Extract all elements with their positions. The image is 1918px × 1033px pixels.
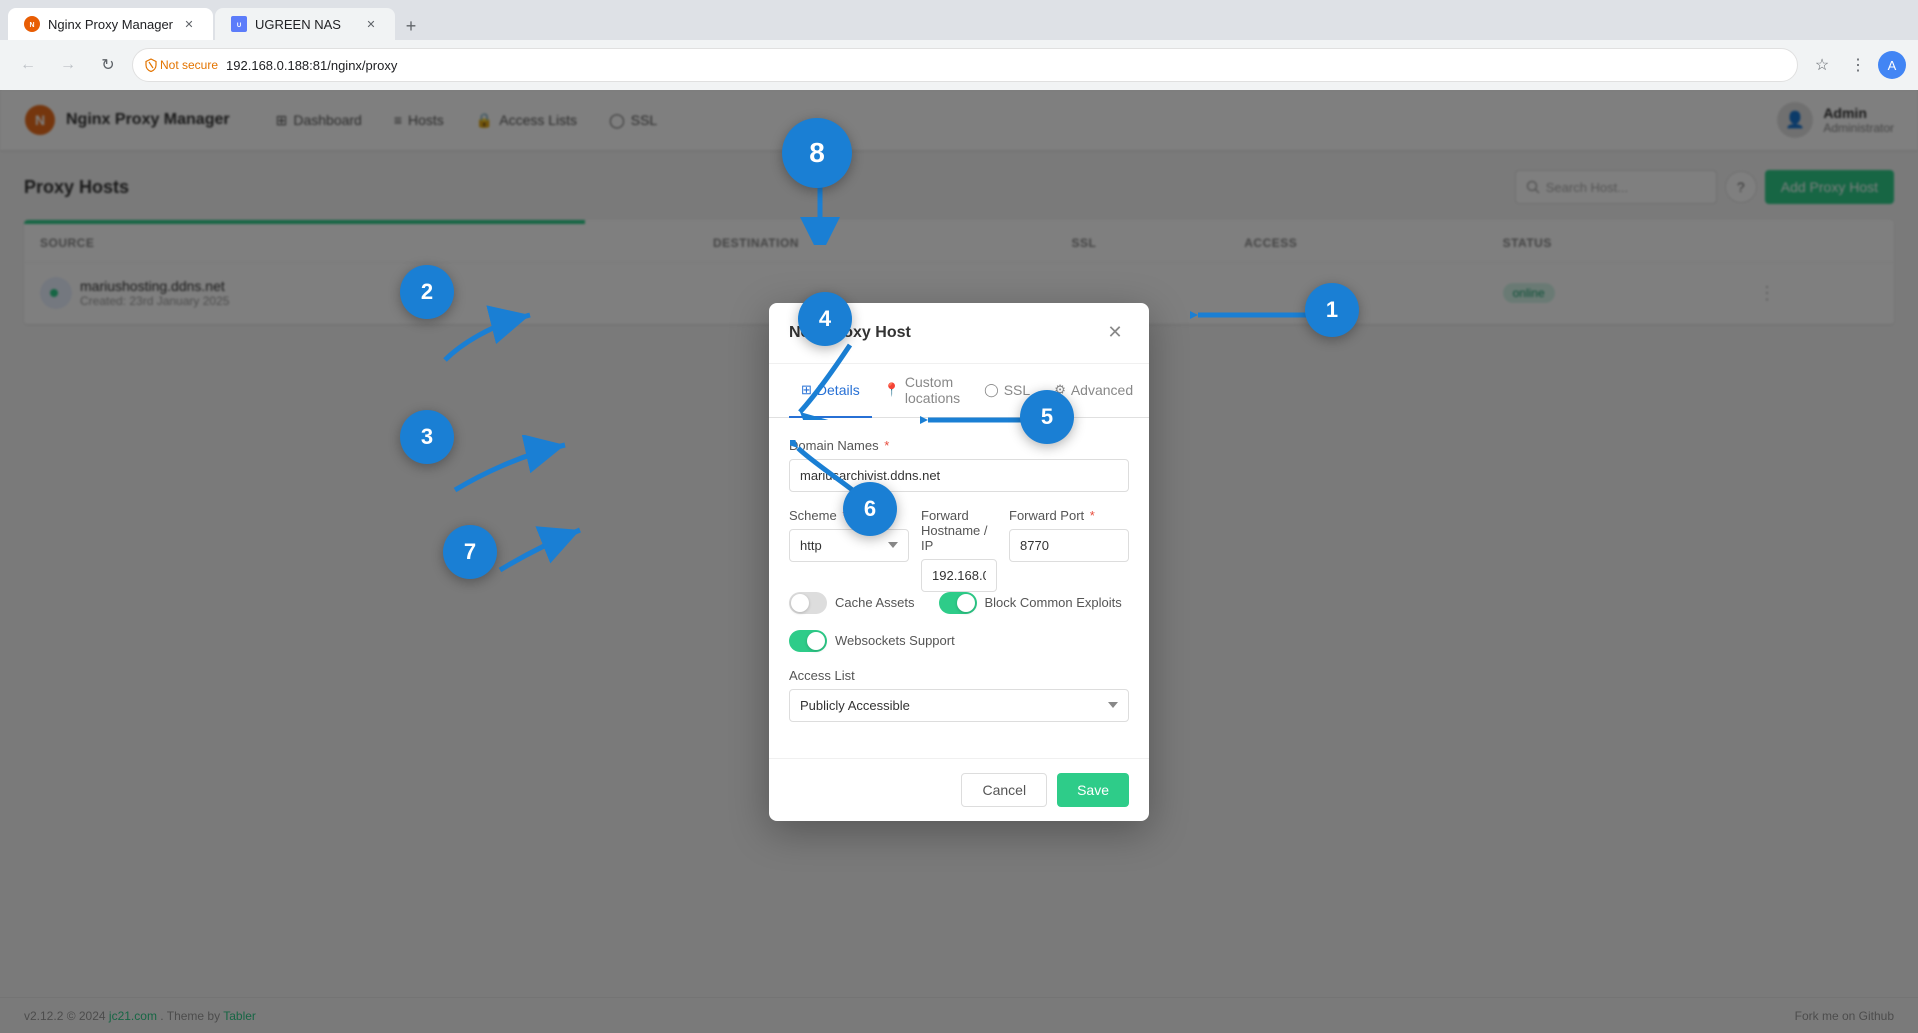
access-list-group: Access List Publicly Accessible (789, 668, 1129, 722)
modal-title: New Proxy Host (789, 324, 911, 342)
advanced-icon: ⚙ (1054, 382, 1066, 398)
access-list-label: Access List (789, 668, 1129, 683)
scheme-select[interactable]: http https (789, 529, 909, 562)
toggles-row: Cache Assets Block Common Exploits (789, 592, 1129, 614)
tab-details[interactable]: ⊞ Details (789, 364, 872, 418)
port-required: * (1090, 508, 1095, 523)
tab-nas-title: UGREEN NAS (255, 17, 341, 32)
block-exploits-toggle-item: Block Common Exploits (939, 592, 1122, 614)
user-avatar[interactable]: A (1878, 51, 1906, 79)
custom-locations-icon: 📍 (884, 382, 900, 398)
modal-body: Domain Names * Scheme * http htt (769, 418, 1149, 758)
toolbar-right: ☆ ⋮ A (1806, 49, 1906, 81)
modal-close-button[interactable]: ✕ (1101, 319, 1129, 347)
reload-button[interactable]: ↻ (92, 49, 124, 81)
browser-chrome: N Nginx Proxy Manager ✕ U UGREEN NAS ✕ +… (0, 0, 1918, 90)
forward-button[interactable]: → (52, 49, 84, 81)
browser-toolbar: ← → ↻ Not secure 192.168.0.188:81/nginx/… (0, 40, 1918, 90)
websockets-toggle[interactable] (789, 630, 827, 652)
new-proxy-host-modal: New Proxy Host ✕ ⊞ Details 📍 Custom loca… (769, 303, 1149, 821)
svg-text:U: U (237, 23, 241, 29)
scheme-label: Scheme * (789, 508, 909, 523)
app-content: N Nginx Proxy Manager ⊞ Dashboard ≡ Host… (0, 90, 1918, 1033)
security-label: Not secure (160, 58, 218, 72)
websockets-label: Websockets Support (835, 633, 955, 648)
save-button[interactable]: Save (1057, 773, 1129, 807)
more-options-button[interactable]: ⋮ (1842, 49, 1874, 81)
npm-favicon: N (24, 16, 40, 32)
cache-assets-label: Cache Assets (835, 595, 915, 610)
cache-assets-toggle-item: Cache Assets (789, 592, 915, 614)
url-text: 192.168.0.188:81/nginx/proxy (226, 58, 397, 73)
forward-port-group: Forward Port * (1009, 508, 1129, 592)
tab-ssl-label: SSL (1004, 382, 1030, 398)
tab-npm-close[interactable]: ✕ (181, 16, 197, 32)
tab-ssl[interactable]: ◯ SSL (972, 364, 1042, 418)
block-exploits-label: Block Common Exploits (985, 595, 1122, 610)
cache-assets-toggle[interactable] (789, 592, 827, 614)
ssl-tab-icon: ◯ (984, 382, 999, 398)
modal-tabs: ⊞ Details 📍 Custom locations ◯ SSL ⚙ Adv… (769, 364, 1149, 418)
domain-names-group: Domain Names * (789, 438, 1129, 492)
tab-npm[interactable]: N Nginx Proxy Manager ✕ (8, 8, 213, 40)
domain-names-label: Domain Names * (789, 438, 1129, 453)
scheme-required: * (842, 508, 847, 523)
address-bar[interactable]: Not secure 192.168.0.188:81/nginx/proxy (132, 48, 1798, 82)
required-asterisk: * (884, 438, 889, 453)
modal-footer: Cancel Save (769, 758, 1149, 821)
forward-hostname-input[interactable] (921, 559, 997, 592)
security-indicator: Not secure (145, 58, 218, 72)
modal-overlay: New Proxy Host ✕ ⊞ Details 📍 Custom loca… (0, 90, 1918, 1033)
modal-header: New Proxy Host ✕ (769, 303, 1149, 364)
cancel-button[interactable]: Cancel (961, 773, 1047, 807)
tab-custom-locations[interactable]: 📍 Custom locations (872, 364, 972, 418)
new-tab-button[interactable]: + (397, 12, 425, 40)
tab-npm-title: Nginx Proxy Manager (48, 17, 173, 32)
nas-favicon: U (231, 16, 247, 32)
scheme-group: Scheme * http https (789, 508, 909, 592)
websockets-toggle-item: Websockets Support (789, 630, 955, 652)
forward-port-input[interactable] (1009, 529, 1129, 562)
tab-advanced-label: Advanced (1071, 382, 1133, 398)
tab-nas[interactable]: U UGREEN NAS ✕ (215, 8, 395, 40)
forward-hostname-group: Forward Hostname / IP (921, 508, 997, 592)
back-button[interactable]: ← (12, 49, 44, 81)
forward-hostname-label: Forward Hostname / IP (921, 508, 997, 553)
access-list-select[interactable]: Publicly Accessible (789, 689, 1129, 722)
tab-nas-close[interactable]: ✕ (363, 16, 379, 32)
details-icon: ⊞ (801, 382, 812, 398)
svg-text:N: N (29, 22, 34, 29)
browser-tabs: N Nginx Proxy Manager ✕ U UGREEN NAS ✕ + (0, 0, 1918, 40)
forward-port-label: Forward Port * (1009, 508, 1129, 523)
tab-details-label: Details (817, 382, 860, 398)
bookmark-button[interactable]: ☆ (1806, 49, 1838, 81)
connection-form-row: Scheme * http https Forward Hostname / I… (789, 508, 1129, 592)
tab-custom-locations-label: Custom locations (905, 374, 960, 406)
block-exploits-toggle[interactable] (939, 592, 977, 614)
websockets-row: Websockets Support (789, 630, 1129, 652)
tab-advanced[interactable]: ⚙ Advanced (1042, 364, 1145, 418)
domain-names-input[interactable] (789, 459, 1129, 492)
